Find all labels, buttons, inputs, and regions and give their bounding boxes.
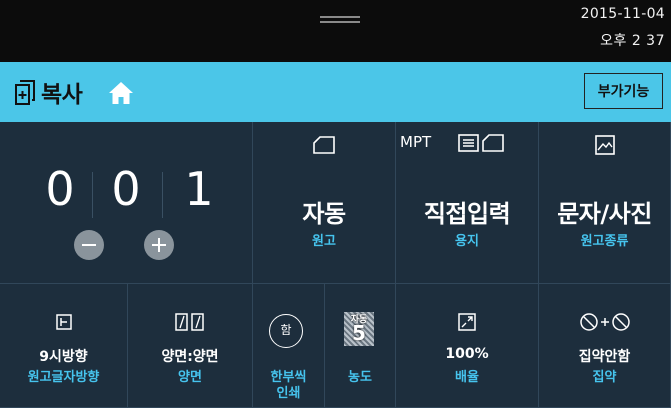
count-digit-hundreds[interactable]: 0 xyxy=(35,162,85,216)
combine-value: 집약안함 xyxy=(578,349,631,365)
zoom-tile[interactable]: 100% 배율 xyxy=(396,284,539,408)
combine-icon xyxy=(579,313,630,331)
original-size-label: 원고 xyxy=(312,234,336,249)
combine-label: 집약 xyxy=(592,370,617,385)
digit-divider xyxy=(162,172,163,218)
duplex-label: 양면 xyxy=(178,370,202,385)
digit-divider xyxy=(92,172,93,218)
zoom-value: 100% xyxy=(445,346,489,362)
title-bar: 복사 부가기능 xyxy=(0,62,671,122)
zoom-label: 배율 xyxy=(455,370,479,385)
collate-icon: 함 xyxy=(269,314,303,348)
status-date: 2015-11-04 xyxy=(580,6,665,22)
duplex-tile[interactable]: 양면:양면 양면 xyxy=(128,284,253,408)
combine-tile[interactable]: 집약안함 집약 xyxy=(539,284,671,408)
orientation-tile[interactable]: 9시방향 원고글자방향 xyxy=(0,284,128,408)
collate-label-line2: 인쇄 xyxy=(276,386,301,401)
density-label: 농도 xyxy=(348,370,372,385)
addon-features-button[interactable]: 부가기능 xyxy=(584,73,663,109)
original-type-tile[interactable]: 문자/사진 원고종류 xyxy=(539,122,671,284)
zoom-ratio-icon xyxy=(458,313,476,331)
home-icon[interactable] xyxy=(108,81,134,105)
increase-button[interactable] xyxy=(144,230,174,260)
paper-tray-icon xyxy=(458,134,504,152)
paper-select-tile[interactable]: MPT 직접입력 용지 xyxy=(396,122,539,284)
image-icon xyxy=(594,135,615,155)
decrease-button[interactable] xyxy=(74,230,104,260)
copy-count-panel: 0 0 1 xyxy=(0,122,253,284)
density-icon: 자동 5 xyxy=(344,312,374,346)
original-size-value: 자동 xyxy=(302,200,346,228)
original-type-label: 원고종류 xyxy=(580,234,629,249)
duplex-icon xyxy=(175,313,204,331)
copy-icon xyxy=(15,80,35,105)
duplex-value: 양면:양면 xyxy=(161,349,219,365)
drag-handle-icon[interactable] xyxy=(320,16,360,23)
count-digit-ones[interactable]: 1 xyxy=(174,162,224,216)
orientation-label: 원고글자방향 xyxy=(27,370,100,385)
density-level: 5 xyxy=(352,321,366,345)
paper-select-value: 직접입력 xyxy=(423,200,511,228)
collate-tile[interactable]: 함 한부씩 인쇄 xyxy=(253,284,325,408)
page-title: 복사 xyxy=(41,82,83,108)
original-size-tile[interactable]: 자동 원고 xyxy=(253,122,396,284)
orientation-value: 9시방향 xyxy=(39,349,88,365)
paper-tray-label: MPT xyxy=(400,133,432,151)
collate-badge: 함 xyxy=(280,323,292,337)
status-time: 오후 2 37 xyxy=(600,33,665,49)
density-tile[interactable]: 자동 5 농도 xyxy=(325,284,396,408)
count-digit-tens[interactable]: 0 xyxy=(101,162,151,216)
original-type-value: 문자/사진 xyxy=(557,200,652,228)
paper-select-label: 용지 xyxy=(455,234,479,249)
original-page-icon xyxy=(313,136,335,154)
status-bar: 2015-11-04 오후 2 37 xyxy=(0,0,671,62)
orientation-icon xyxy=(55,314,72,330)
copy-settings-grid: 0 0 1 자동 원고 MPT 직접입력 용지 문자/사진 원고종류 9시방향 … xyxy=(0,122,671,408)
